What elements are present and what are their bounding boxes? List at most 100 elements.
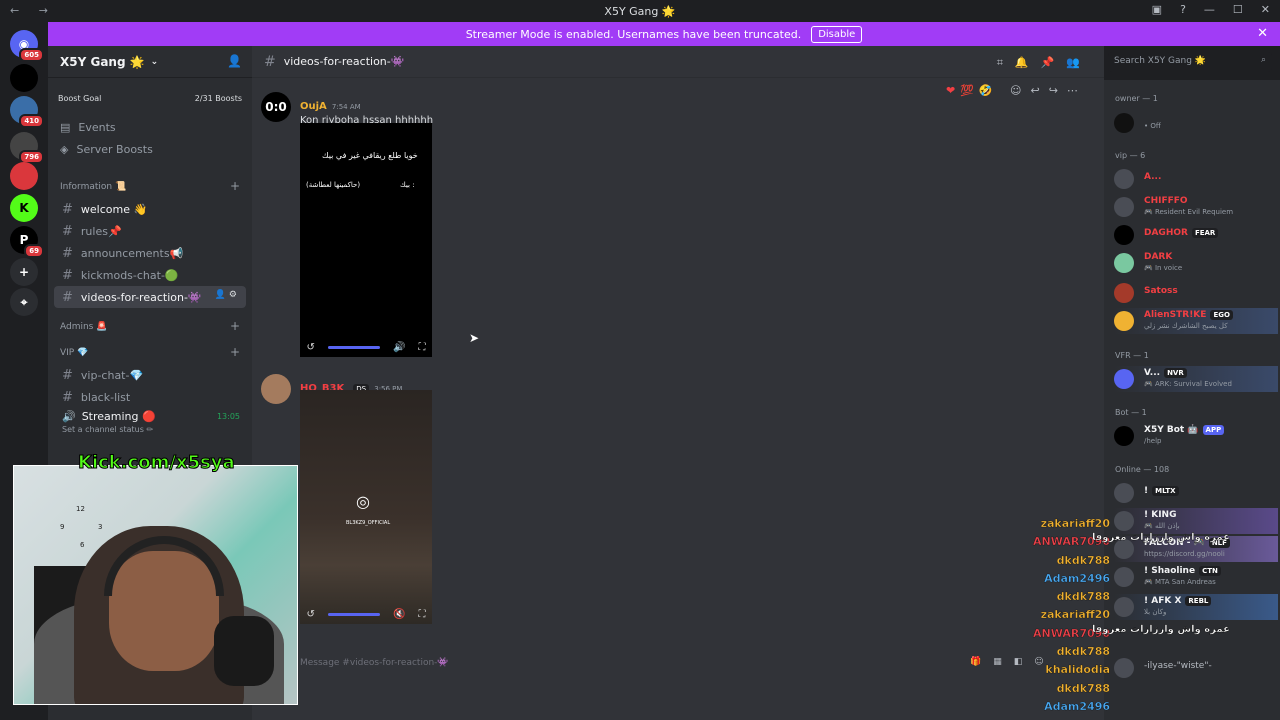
message-input[interactable]: Message #videos-for-reaction-👾 🎁▦◧☺ <box>260 652 1096 676</box>
events-nav[interactable]: ▤ Events <box>48 116 252 138</box>
member-item[interactable]: -ilyase-"wiste"- <box>1114 655 1278 681</box>
reply-icon[interactable]: ↩ <box>1030 84 1048 97</box>
member-name-text: ! <box>1144 486 1149 496</box>
more-icon[interactable]: ⋯ <box>1067 84 1087 97</box>
search-input[interactable]: Search X5Y Gang 🌟 ⌕ <box>1108 52 1272 72</box>
add-channel-icon[interactable]: + <box>230 179 240 193</box>
window-controls[interactable]: ▣ ? — ☐ ✕ <box>1152 3 1270 16</box>
member-status: 🎮 In voice <box>1144 264 1183 272</box>
members-icon[interactable]: 👥 <box>1066 56 1092 69</box>
channel-announcements[interactable]: # announcements📢 <box>54 242 246 264</box>
channel-videos-for-reaction[interactable]: # videos-for-reaction-👾 👤⚙ <box>54 286 246 308</box>
forward-icon[interactable]: ↪ <box>1049 84 1067 97</box>
category-vip[interactable]: VIP 💎 + <box>48 342 252 364</box>
member-item[interactable]: ! Shaoline CTN 🎮 MTA San Andreas <box>1114 564 1278 590</box>
guild-name: X5Y Gang 🌟 <box>60 54 145 69</box>
add-reaction-icon[interactable]: ☺ <box>1010 84 1030 97</box>
server-icon[interactable] <box>10 64 38 92</box>
chevron-down-icon: ⌄ <box>150 56 159 67</box>
threads-icon[interactable]: ⌗ <box>997 56 1015 69</box>
laugh-icon[interactable]: 🤣 <box>979 84 998 97</box>
hundred-icon[interactable]: 💯 <box>960 84 979 97</box>
category-admins[interactable]: Admins 🚨 + <box>48 316 252 338</box>
volume-icon[interactable]: 🔊 <box>393 342 405 353</box>
video-progress[interactable] <box>327 345 380 349</box>
member-item[interactable]: X5Y Bot 🤖 APP/help <box>1114 423 1278 449</box>
video-controls[interactable]: ↺ 🔇 ⛶ <box>300 604 432 624</box>
message-toolbar[interactable]: ☺↩↪⋯ <box>1010 84 1087 97</box>
close-button[interactable]: ✕ <box>1261 3 1270 16</box>
member-item[interactable]: CHIFFFO 🎮 Resident Evil Requiem <box>1114 194 1278 220</box>
channel-rules[interactable]: # rules📌 <box>54 220 246 242</box>
server-icon[interactable] <box>10 162 38 190</box>
minimize-button[interactable]: — <box>1204 3 1215 16</box>
invite-icon[interactable]: 👤 <box>227 54 242 68</box>
guild-header[interactable]: X5Y Gang 🌟 ⌄ 👤 <box>48 46 252 78</box>
direct-messages-button[interactable]: ◉ 605 <box>10 30 44 62</box>
channel-name: announcements📢 <box>80 246 184 260</box>
maximize-button[interactable]: ☐ <box>1233 3 1243 16</box>
server-icon[interactable]: 410 <box>10 96 44 128</box>
category-information[interactable]: Information 📜 + <box>48 176 252 198</box>
hash-icon: # <box>62 289 73 305</box>
message-author[interactable]: OujA <box>300 101 327 112</box>
video-controls[interactable]: ↺ 🔊 ⛶ <box>300 337 432 357</box>
fullscreen-icon[interactable]: ⛶ <box>418 609 425 620</box>
kick-server-icon[interactable]: K <box>10 194 38 222</box>
member-item[interactable]: ! KING 🎮 ﺑﺈﺫﻥ ﺍﻟﻠﻪ <box>1114 508 1278 534</box>
video-attachment[interactable]: ◎ BL3KZ9_OFFICIAL ↺ 🔇 ⛶ <box>300 390 432 624</box>
explore-icon[interactable]: ⌖ <box>10 288 38 316</box>
replay-icon[interactable]: ↺ <box>307 342 315 353</box>
member-name-text: DAGHOR <box>1144 228 1188 238</box>
reaction-bar[interactable]: ❤💯🤣 <box>946 84 998 97</box>
video-attachment[interactable]: خويا طلع ريقافي غير في بيك بيك : (حاكمين… <box>300 123 432 357</box>
channel-vip-chat[interactable]: # vip-chat-💎 <box>54 364 246 386</box>
channel-welcome[interactable]: # welcome 👋 <box>54 198 246 220</box>
boost-goal[interactable]: Boost Goal 2/31 Boosts <box>58 90 242 106</box>
header-toolbar[interactable]: ⌗🔔📌👥 <box>997 56 1092 70</box>
heart-icon[interactable]: ❤ <box>946 84 960 97</box>
add-server-icon[interactable]: + <box>10 258 38 286</box>
member-item[interactable]: ! AFK X REBL وكان بلا <box>1114 594 1278 620</box>
replay-icon[interactable]: ↺ <box>307 609 315 620</box>
member-item[interactable]: A... <box>1114 166 1278 192</box>
member-item[interactable]: V... NVR 🎮 ARK: Survival Evolved <box>1114 366 1278 392</box>
video-text: بيك : <box>400 181 415 189</box>
member-item[interactable]: AlienSTR!KE EGO كل يصبح الشاشرك نشر زلي <box>1114 308 1278 334</box>
avatar[interactable]: 0:0 <box>261 92 291 122</box>
member-group-header: VFR — 1 <box>1115 351 1149 360</box>
history-nav[interactable]: ← → <box>10 4 56 17</box>
channel-settings-icon[interactable]: 👤⚙ <box>215 290 240 300</box>
channel-status[interactable]: Set a channel status ✏ <box>62 425 246 434</box>
server-icon[interactable]: 796 <box>10 132 44 164</box>
member-item[interactable]: ! MLTX <box>1114 480 1278 506</box>
mute-icon[interactable]: 🔇 <box>393 609 405 620</box>
window-title: X5Y Gang 🌟 <box>604 4 676 18</box>
member-name-text: X5Y Bot 🤖 <box>1144 425 1199 435</box>
add-channel-icon[interactable]: + <box>230 319 240 333</box>
stream-chat-user: zakariaff20 <box>1040 517 1110 530</box>
fullscreen-icon[interactable]: ⛶ <box>418 342 425 353</box>
close-banner-icon[interactable]: ✕ <box>1257 26 1268 41</box>
server-icon[interactable]: P 69 <box>10 226 44 258</box>
pin-icon[interactable]: 📌 <box>1041 56 1067 69</box>
add-channel-icon[interactable]: + <box>230 345 240 359</box>
video-text: خويا طلع ريقافي غير في بيك <box>322 151 418 160</box>
bell-icon[interactable]: 🔔 <box>1015 56 1041 69</box>
channel-kickmods-chat[interactable]: # kickmods-chat-🟢 <box>54 264 246 286</box>
member-item[interactable]: DAGHOR FEAR <box>1114 222 1278 248</box>
member-name: DARK <box>1144 252 1173 262</box>
member-item[interactable]: Satoss <box>1114 280 1278 306</box>
video-progress[interactable] <box>327 612 380 616</box>
voice-channel-streaming[interactable]: 🔊 Streaming 🔴 Set a channel status ✏ 13:0… <box>54 410 246 442</box>
inbox-icon[interactable]: ▣ <box>1152 3 1162 16</box>
member-name-text: AlienSTR!KE <box>1144 310 1207 320</box>
member-item[interactable]: DARK 🎮 In voice <box>1114 250 1278 276</box>
avatar[interactable] <box>261 374 291 404</box>
server-boosts-nav[interactable]: ◈ Server Boosts <box>48 138 252 160</box>
channel-black-list[interactable]: # black-list <box>54 386 246 408</box>
disable-streamer-mode-button[interactable]: Disable <box>811 25 863 43</box>
member-item[interactable]: • Off <box>1114 110 1278 136</box>
help-icon[interactable]: ? <box>1180 3 1186 16</box>
guild-tag: EGO <box>1210 310 1233 320</box>
